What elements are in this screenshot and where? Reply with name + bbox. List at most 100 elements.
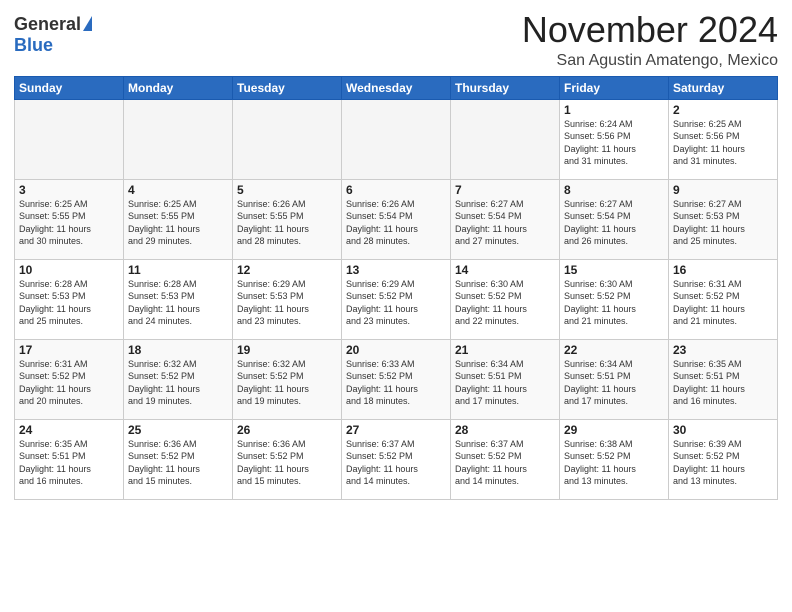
calendar-cell: 29Sunrise: 6:38 AM Sunset: 5:52 PM Dayli…	[560, 419, 669, 499]
weekday-header-friday: Friday	[560, 76, 669, 99]
calendar-cell: 15Sunrise: 6:30 AM Sunset: 5:52 PM Dayli…	[560, 259, 669, 339]
day-number: 1	[564, 103, 664, 117]
calendar-cell: 17Sunrise: 6:31 AM Sunset: 5:52 PM Dayli…	[15, 339, 124, 419]
day-info: Sunrise: 6:29 AM Sunset: 5:53 PM Dayligh…	[237, 278, 337, 328]
day-info: Sunrise: 6:36 AM Sunset: 5:52 PM Dayligh…	[128, 438, 228, 488]
day-info: Sunrise: 6:35 AM Sunset: 5:51 PM Dayligh…	[673, 358, 773, 408]
weekday-header-sunday: Sunday	[15, 76, 124, 99]
day-number: 13	[346, 263, 446, 277]
day-number: 12	[237, 263, 337, 277]
day-number: 4	[128, 183, 228, 197]
day-number: 14	[455, 263, 555, 277]
day-number: 16	[673, 263, 773, 277]
day-number: 30	[673, 423, 773, 437]
calendar-cell: 19Sunrise: 6:32 AM Sunset: 5:52 PM Dayli…	[233, 339, 342, 419]
logo: General Blue	[14, 14, 92, 56]
weekday-header-thursday: Thursday	[451, 76, 560, 99]
day-info: Sunrise: 6:28 AM Sunset: 5:53 PM Dayligh…	[128, 278, 228, 328]
day-info: Sunrise: 6:27 AM Sunset: 5:54 PM Dayligh…	[455, 198, 555, 248]
day-number: 9	[673, 183, 773, 197]
day-number: 28	[455, 423, 555, 437]
weekday-header-tuesday: Tuesday	[233, 76, 342, 99]
day-number: 24	[19, 423, 119, 437]
calendar-table: SundayMondayTuesdayWednesdayThursdayFrid…	[14, 76, 778, 500]
day-number: 29	[564, 423, 664, 437]
calendar-cell: 25Sunrise: 6:36 AM Sunset: 5:52 PM Dayli…	[124, 419, 233, 499]
calendar-cell: 12Sunrise: 6:29 AM Sunset: 5:53 PM Dayli…	[233, 259, 342, 339]
calendar-cell: 10Sunrise: 6:28 AM Sunset: 5:53 PM Dayli…	[15, 259, 124, 339]
calendar-cell: 8Sunrise: 6:27 AM Sunset: 5:54 PM Daylig…	[560, 179, 669, 259]
day-info: Sunrise: 6:25 AM Sunset: 5:56 PM Dayligh…	[673, 118, 773, 168]
calendar-cell: 5Sunrise: 6:26 AM Sunset: 5:55 PM Daylig…	[233, 179, 342, 259]
calendar-week-row: 10Sunrise: 6:28 AM Sunset: 5:53 PM Dayli…	[15, 259, 778, 339]
day-number: 26	[237, 423, 337, 437]
logo-blue: Blue	[14, 35, 92, 56]
day-number: 27	[346, 423, 446, 437]
calendar-week-row: 17Sunrise: 6:31 AM Sunset: 5:52 PM Dayli…	[15, 339, 778, 419]
weekday-header-saturday: Saturday	[669, 76, 778, 99]
day-info: Sunrise: 6:25 AM Sunset: 5:55 PM Dayligh…	[19, 198, 119, 248]
day-number: 11	[128, 263, 228, 277]
day-info: Sunrise: 6:32 AM Sunset: 5:52 PM Dayligh…	[128, 358, 228, 408]
weekday-header-monday: Monday	[124, 76, 233, 99]
calendar-cell: 30Sunrise: 6:39 AM Sunset: 5:52 PM Dayli…	[669, 419, 778, 499]
day-number: 23	[673, 343, 773, 357]
calendar-cell	[451, 99, 560, 179]
day-number: 18	[128, 343, 228, 357]
calendar-week-row: 1Sunrise: 6:24 AM Sunset: 5:56 PM Daylig…	[15, 99, 778, 179]
day-info: Sunrise: 6:25 AM Sunset: 5:55 PM Dayligh…	[128, 198, 228, 248]
calendar-cell: 1Sunrise: 6:24 AM Sunset: 5:56 PM Daylig…	[560, 99, 669, 179]
calendar-cell	[124, 99, 233, 179]
day-info: Sunrise: 6:26 AM Sunset: 5:55 PM Dayligh…	[237, 198, 337, 248]
day-info: Sunrise: 6:31 AM Sunset: 5:52 PM Dayligh…	[673, 278, 773, 328]
calendar-cell: 18Sunrise: 6:32 AM Sunset: 5:52 PM Dayli…	[124, 339, 233, 419]
day-info: Sunrise: 6:31 AM Sunset: 5:52 PM Dayligh…	[19, 358, 119, 408]
day-info: Sunrise: 6:28 AM Sunset: 5:53 PM Dayligh…	[19, 278, 119, 328]
calendar-cell: 26Sunrise: 6:36 AM Sunset: 5:52 PM Dayli…	[233, 419, 342, 499]
calendar-cell: 3Sunrise: 6:25 AM Sunset: 5:55 PM Daylig…	[15, 179, 124, 259]
day-number: 5	[237, 183, 337, 197]
day-number: 21	[455, 343, 555, 357]
day-info: Sunrise: 6:27 AM Sunset: 5:54 PM Dayligh…	[564, 198, 664, 248]
calendar-cell: 13Sunrise: 6:29 AM Sunset: 5:52 PM Dayli…	[342, 259, 451, 339]
day-number: 19	[237, 343, 337, 357]
day-info: Sunrise: 6:37 AM Sunset: 5:52 PM Dayligh…	[346, 438, 446, 488]
calendar-cell	[233, 99, 342, 179]
calendar-cell: 2Sunrise: 6:25 AM Sunset: 5:56 PM Daylig…	[669, 99, 778, 179]
calendar-cell: 24Sunrise: 6:35 AM Sunset: 5:51 PM Dayli…	[15, 419, 124, 499]
weekday-header-wednesday: Wednesday	[342, 76, 451, 99]
calendar-cell: 28Sunrise: 6:37 AM Sunset: 5:52 PM Dayli…	[451, 419, 560, 499]
day-info: Sunrise: 6:30 AM Sunset: 5:52 PM Dayligh…	[455, 278, 555, 328]
day-info: Sunrise: 6:35 AM Sunset: 5:51 PM Dayligh…	[19, 438, 119, 488]
title-block: November 2024 San Agustin Amatengo, Mexi…	[522, 10, 778, 70]
day-info: Sunrise: 6:34 AM Sunset: 5:51 PM Dayligh…	[455, 358, 555, 408]
day-number: 3	[19, 183, 119, 197]
calendar-cell: 9Sunrise: 6:27 AM Sunset: 5:53 PM Daylig…	[669, 179, 778, 259]
day-number: 6	[346, 183, 446, 197]
calendar-week-row: 3Sunrise: 6:25 AM Sunset: 5:55 PM Daylig…	[15, 179, 778, 259]
day-info: Sunrise: 6:34 AM Sunset: 5:51 PM Dayligh…	[564, 358, 664, 408]
day-info: Sunrise: 6:29 AM Sunset: 5:52 PM Dayligh…	[346, 278, 446, 328]
calendar-cell: 20Sunrise: 6:33 AM Sunset: 5:52 PM Dayli…	[342, 339, 451, 419]
day-info: Sunrise: 6:33 AM Sunset: 5:52 PM Dayligh…	[346, 358, 446, 408]
day-number: 2	[673, 103, 773, 117]
logo-general: General	[14, 14, 81, 35]
month-title: November 2024	[522, 10, 778, 50]
calendar-cell: 11Sunrise: 6:28 AM Sunset: 5:53 PM Dayli…	[124, 259, 233, 339]
calendar-cell: 4Sunrise: 6:25 AM Sunset: 5:55 PM Daylig…	[124, 179, 233, 259]
day-info: Sunrise: 6:26 AM Sunset: 5:54 PM Dayligh…	[346, 198, 446, 248]
day-info: Sunrise: 6:38 AM Sunset: 5:52 PM Dayligh…	[564, 438, 664, 488]
day-number: 10	[19, 263, 119, 277]
day-number: 20	[346, 343, 446, 357]
day-info: Sunrise: 6:36 AM Sunset: 5:52 PM Dayligh…	[237, 438, 337, 488]
day-number: 25	[128, 423, 228, 437]
location-title: San Agustin Amatengo, Mexico	[522, 52, 778, 70]
day-number: 22	[564, 343, 664, 357]
calendar-cell: 16Sunrise: 6:31 AM Sunset: 5:52 PM Dayli…	[669, 259, 778, 339]
day-info: Sunrise: 6:32 AM Sunset: 5:52 PM Dayligh…	[237, 358, 337, 408]
calendar-week-row: 24Sunrise: 6:35 AM Sunset: 5:51 PM Dayli…	[15, 419, 778, 499]
calendar-cell	[15, 99, 124, 179]
day-info: Sunrise: 6:39 AM Sunset: 5:52 PM Dayligh…	[673, 438, 773, 488]
day-info: Sunrise: 6:24 AM Sunset: 5:56 PM Dayligh…	[564, 118, 664, 168]
calendar-cell: 22Sunrise: 6:34 AM Sunset: 5:51 PM Dayli…	[560, 339, 669, 419]
